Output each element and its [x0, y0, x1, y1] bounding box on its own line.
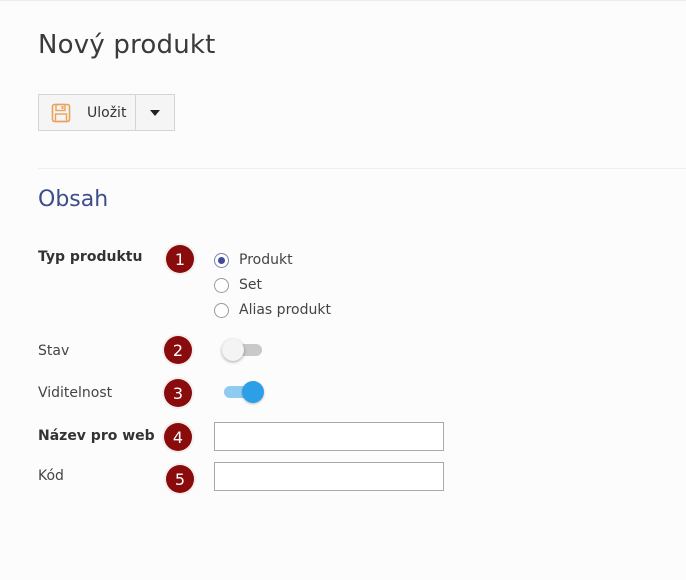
radio-label-alias-produkt: Alias produkt [239, 302, 331, 318]
visibility-label: Viditelnost [38, 385, 113, 401]
save-button[interactable]: Uložit [39, 95, 136, 130]
callout-marker-5: 5 [166, 465, 194, 493]
toggle-knob [242, 381, 264, 403]
radio-option-set[interactable]: Set [214, 277, 262, 293]
radio-option-produkt[interactable]: Produkt [214, 252, 293, 268]
floppy-disk-icon [51, 103, 71, 123]
caret-down-icon [150, 109, 160, 116]
save-button-label: Uložit [87, 104, 127, 121]
radio-button-produkt[interactable] [214, 252, 229, 268]
page-title: Nový produkt [38, 30, 216, 60]
product-type-label: Typ produktu [38, 249, 143, 265]
radio-button-set[interactable] [214, 277, 229, 293]
radio-button-alias-produkt[interactable] [214, 302, 229, 318]
callout-marker-4: 4 [164, 423, 192, 451]
callout-marker-2: 2 [164, 336, 192, 364]
callout-marker-1: 1 [166, 245, 194, 273]
top-border [0, 0, 686, 1]
code-label: Kód [38, 468, 64, 484]
save-options-dropdown-button[interactable] [136, 95, 174, 130]
radio-label-produkt: Produkt [239, 252, 293, 268]
radio-label-set: Set [239, 277, 262, 293]
radio-selected-dot [218, 256, 225, 264]
section-title: Obsah [38, 187, 109, 212]
web-name-input[interactable] [214, 422, 444, 451]
save-button-group: Uložit [38, 94, 175, 131]
radio-option-alias-produkt[interactable]: Alias produkt [214, 302, 331, 318]
status-label: Stav [38, 343, 70, 359]
code-input[interactable] [214, 462, 444, 491]
status-toggle[interactable] [222, 339, 264, 361]
section-divider [38, 168, 686, 169]
visibility-toggle[interactable] [222, 381, 264, 403]
toggle-knob [222, 339, 244, 361]
web-name-label: Název pro web [38, 428, 155, 444]
callout-marker-3: 3 [164, 379, 192, 407]
